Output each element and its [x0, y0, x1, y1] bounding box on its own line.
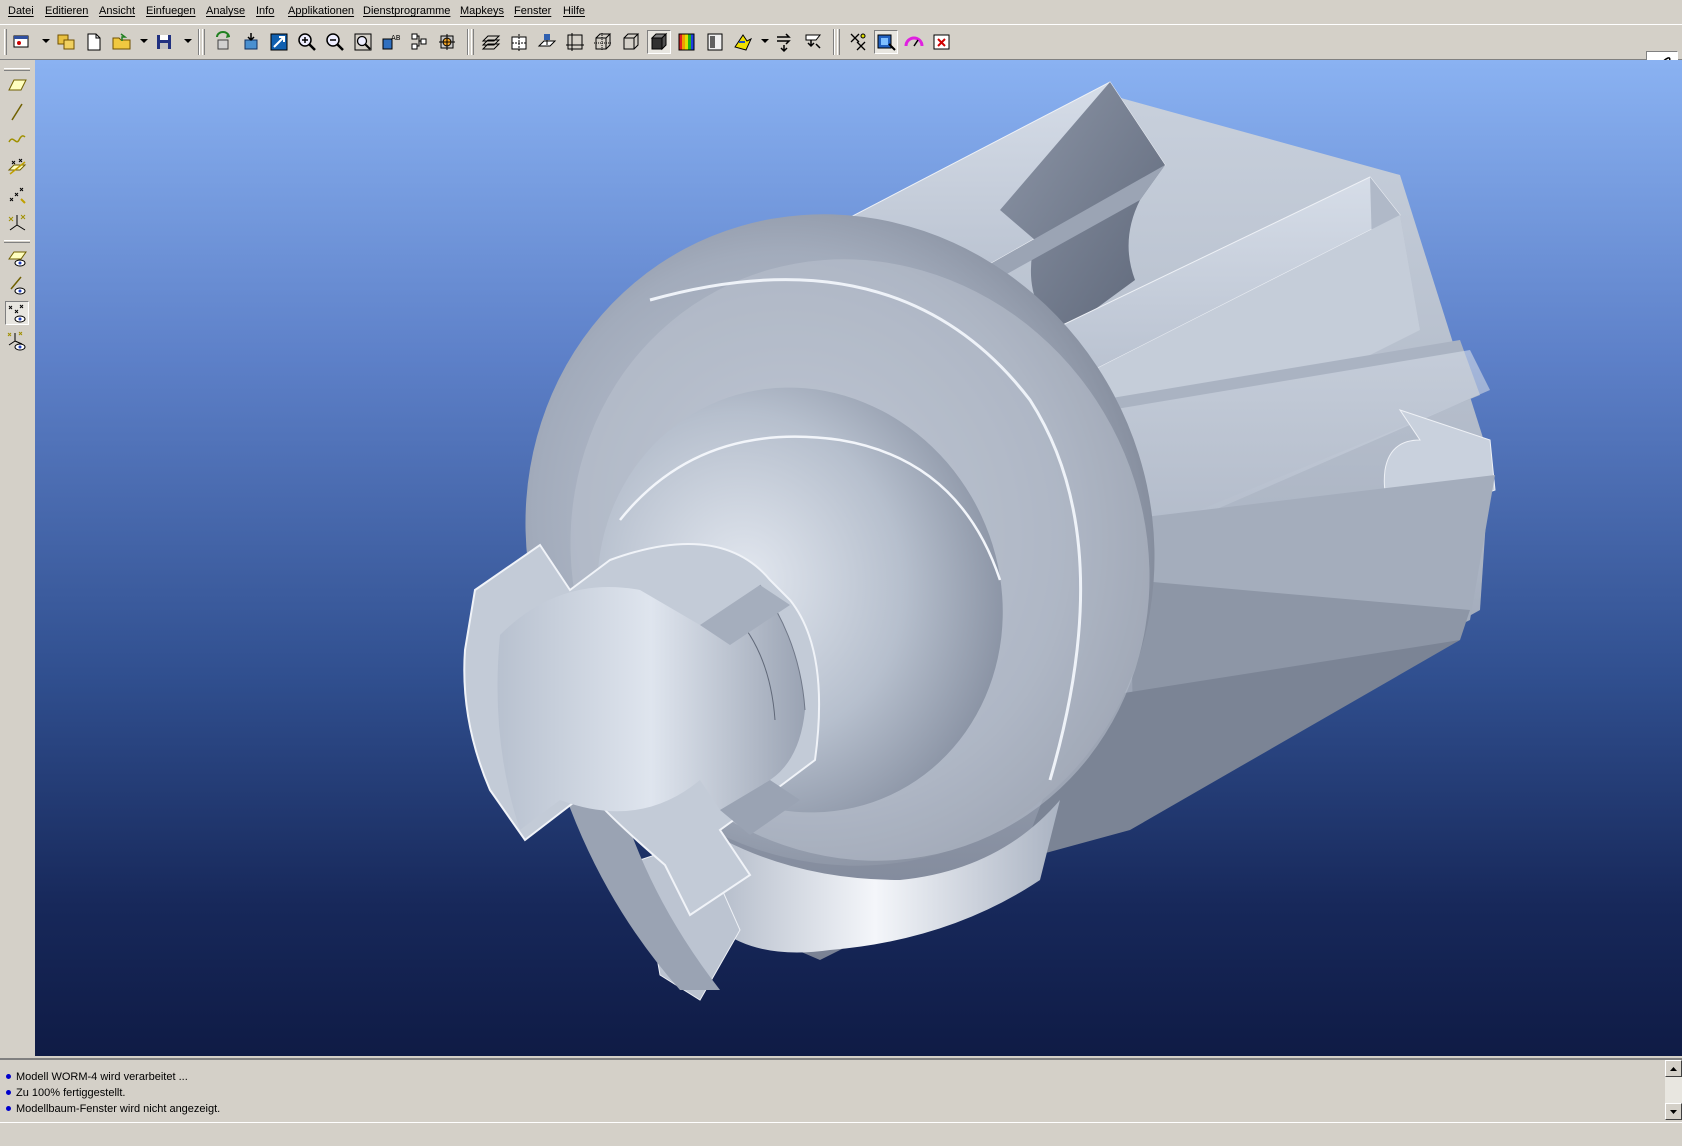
save-dropdown[interactable]: [184, 39, 192, 43]
coordinate-system-tool-icon[interactable]: [5, 211, 29, 235]
named-view-icon[interactable]: AB: [379, 30, 403, 54]
menu-datei[interactable]: Datei: [8, 5, 34, 17]
toolbar-separator: [198, 29, 200, 55]
menu-fenster[interactable]: Fenster: [514, 5, 551, 17]
toolbar-separator: [833, 29, 835, 55]
view-orient-icon[interactable]: [239, 30, 263, 54]
hidden-line-icon[interactable]: [619, 30, 643, 54]
menu-ansicht[interactable]: Ansicht: [99, 5, 135, 17]
close-icon[interactable]: [930, 30, 954, 54]
graphics-window[interactable]: [35, 60, 1682, 1056]
message-text: Modell WORM-4 wird verarbeitet ...: [16, 1071, 188, 1083]
coordinate-system-icon[interactable]: [563, 30, 587, 54]
datum-toolbar: [0, 60, 35, 1058]
model-tree-dropdown[interactable]: [761, 39, 769, 43]
window-dropdown[interactable]: [42, 39, 50, 43]
whats-this-icon[interactable]: [846, 30, 870, 54]
regenerate-icon[interactable]: [211, 30, 235, 54]
spin-center-icon[interactable]: [435, 30, 459, 54]
menu-analyse[interactable]: Analyse: [206, 5, 245, 17]
repaint-icon[interactable]: [801, 30, 825, 54]
svg-text:AB: AB: [391, 34, 401, 42]
no-hidden-icon[interactable]: [647, 30, 671, 54]
open-folder-icon[interactable]: [110, 30, 134, 54]
menu-applikationen[interactable]: Applikationen: [288, 5, 354, 17]
datum-curve-tool-icon[interactable]: [5, 127, 29, 151]
message-bullet-icon: [6, 1106, 11, 1111]
arrow-down-icon: [1670, 1109, 1677, 1114]
sketched-point-icon[interactable]: [5, 183, 29, 207]
datum-plane-tool-icon[interactable]: [5, 72, 29, 96]
datum-points-icon[interactable]: [535, 30, 559, 54]
datum-point-tool-icon[interactable]: [5, 155, 29, 179]
arrow-up-icon: [1670, 1066, 1677, 1071]
mapkey-icon[interactable]: [773, 30, 797, 54]
message-text: Zu 100% fertiggestellt.: [16, 1087, 126, 1099]
refit-icon[interactable]: [267, 30, 291, 54]
scroll-down-button[interactable]: [1665, 1103, 1682, 1120]
message-line: Zu 100% fertiggestellt.: [6, 1086, 125, 1101]
zoom-area-icon[interactable]: [351, 30, 375, 54]
status-bar: [0, 1122, 1682, 1146]
menu-bar: Datei Editieren Ansicht Einfuegen Analys…: [0, 0, 1682, 25]
wireframe-icon[interactable]: [591, 30, 615, 54]
model-tree-icon[interactable]: [731, 30, 755, 54]
scroll-up-button[interactable]: [1665, 1060, 1682, 1077]
menu-info[interactable]: Info: [256, 5, 274, 17]
toolbar-grip[interactable]: [4, 68, 30, 71]
open-dropdown[interactable]: [140, 39, 148, 43]
toolbar-grip[interactable]: [471, 29, 474, 55]
message-line: Modellbaum-Fenster wird nicht angezeigt.: [6, 1102, 220, 1117]
point-display-icon[interactable]: [5, 301, 29, 325]
zoom-out-icon[interactable]: [323, 30, 347, 54]
toolbar-grip[interactable]: [837, 29, 840, 55]
zoom-in-icon[interactable]: [295, 30, 319, 54]
message-scrollbar[interactable]: [1665, 1060, 1682, 1120]
toolbar-grip[interactable]: [202, 29, 205, 55]
message-bullet-icon: [6, 1074, 11, 1079]
datum-axis-tool-icon[interactable]: [5, 100, 29, 124]
window-icon[interactable]: [10, 30, 34, 54]
main-toolbar: AB: [0, 25, 1682, 83]
datum-axes-icon[interactable]: [507, 30, 531, 54]
csys-display-icon[interactable]: [5, 329, 29, 353]
analysis-icon[interactable]: [902, 30, 926, 54]
color-appearance-icon[interactable]: [703, 30, 727, 54]
selection-filter-icon[interactable]: [874, 30, 898, 54]
save-icon[interactable]: [152, 30, 176, 54]
menu-einfuegen[interactable]: Einfuegen: [146, 5, 196, 17]
layers-icon[interactable]: [407, 30, 431, 54]
menu-editieren[interactable]: Editieren: [45, 5, 88, 17]
toolbar-grip[interactable]: [4, 240, 30, 243]
datum-planes-icon[interactable]: [479, 30, 503, 54]
message-area: Modell WORM-4 wird verarbeitet ... Zu 10…: [0, 1058, 1682, 1122]
menu-mapkeys[interactable]: Mapkeys: [460, 5, 504, 17]
worm-4-model[interactable]: [35, 60, 1682, 1056]
toolbar-grip[interactable]: [4, 29, 7, 55]
new-file-icon[interactable]: [82, 30, 106, 54]
menu-dienstprogramme[interactable]: Dienstprogramme: [363, 5, 450, 17]
plane-display-icon[interactable]: [5, 245, 29, 269]
message-text: Modellbaum-Fenster wird nicht angezeigt.: [16, 1103, 221, 1115]
copy-icon[interactable]: [54, 30, 78, 54]
message-bullet-icon: [6, 1090, 11, 1095]
message-line: Modell WORM-4 wird verarbeitet ...: [6, 1070, 188, 1085]
menu-hilfe[interactable]: Hilfe: [563, 5, 585, 17]
shading-icon[interactable]: [675, 30, 699, 54]
toolbar-separator: [467, 29, 469, 55]
axis-display-icon[interactable]: [5, 273, 29, 297]
